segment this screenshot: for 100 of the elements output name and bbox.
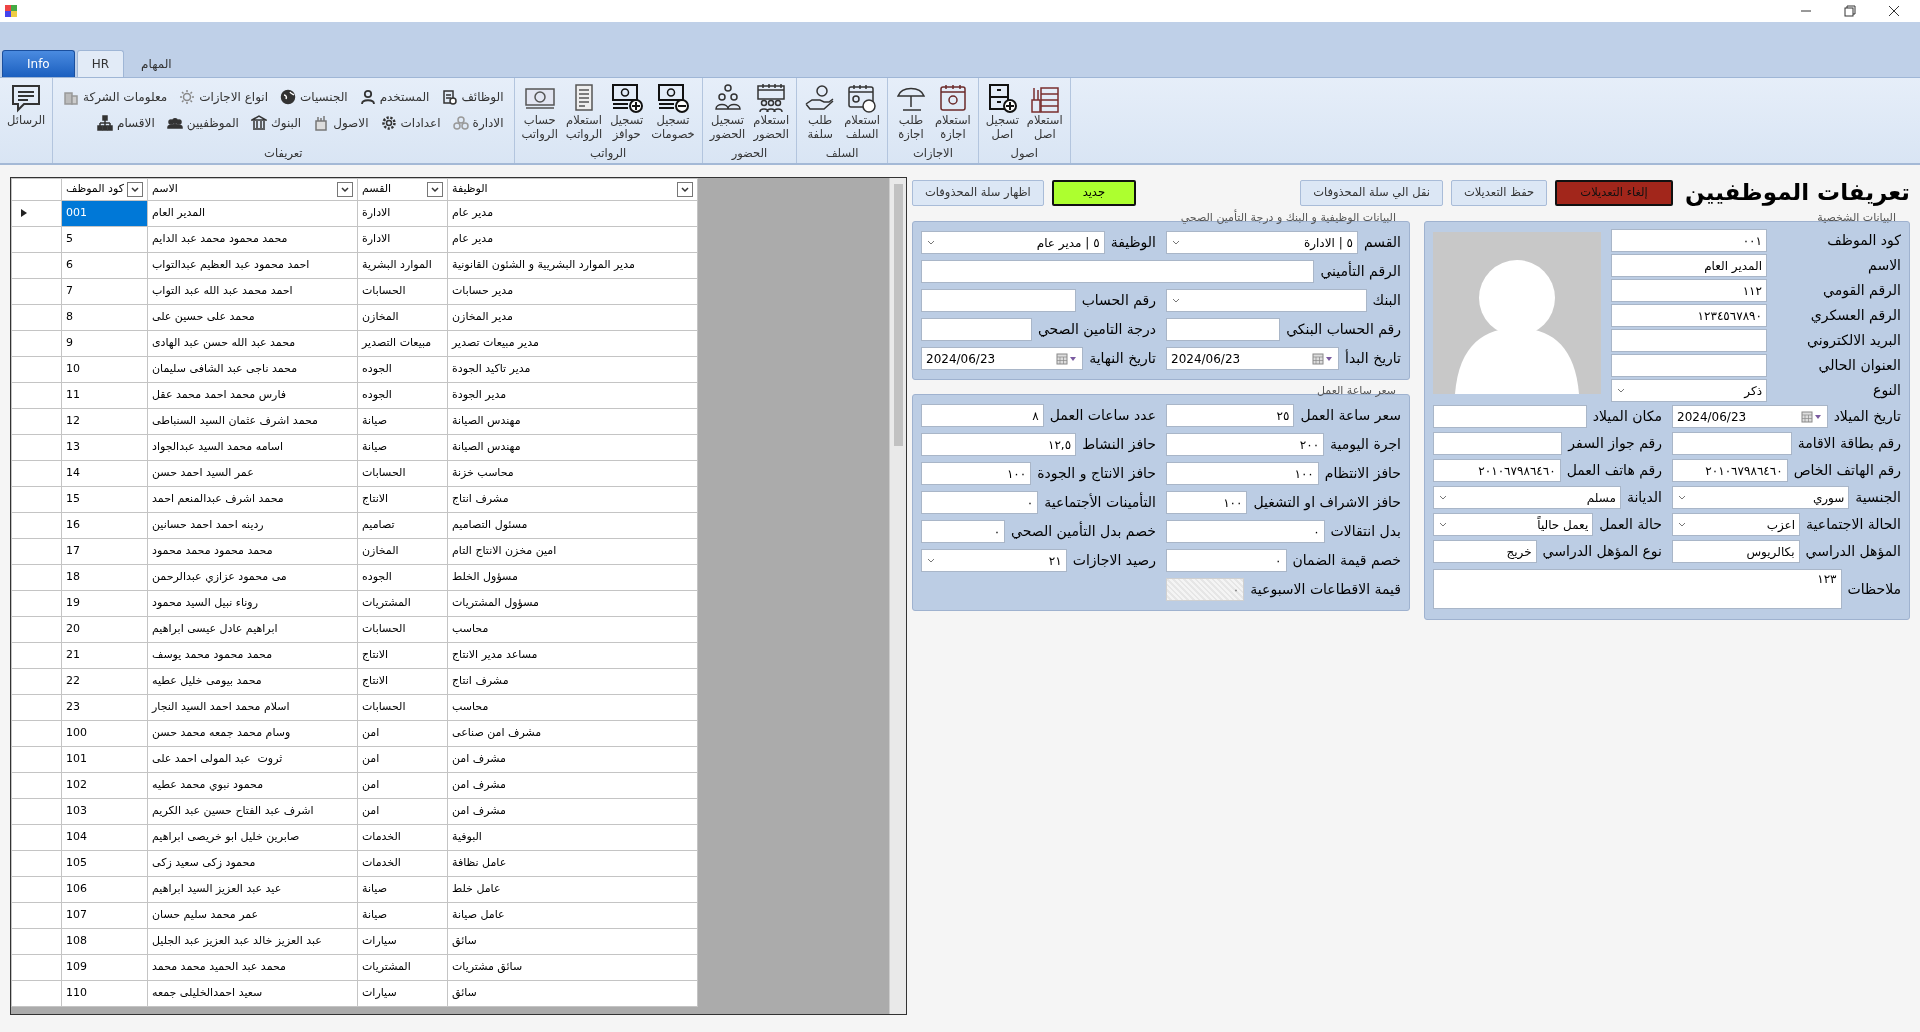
filter-button[interactable] [127, 182, 143, 197]
ribbon-button[interactable]: الرسائل [4, 81, 49, 129]
ribbon-tab[interactable]: المهام [126, 50, 187, 77]
table-cell: 10 [61, 356, 148, 383]
ribbon-button[interactable]: تسجيل حوافز [607, 81, 647, 143]
ribbon-button[interactable]: طلب اجازة [891, 81, 930, 143]
date-picker[interactable]: 2024/06/23 [921, 347, 1084, 370]
text-field[interactable]: ٨ [921, 404, 1044, 427]
action-button[interactable]: نقل الي سلة المحذوفات [1300, 180, 1443, 206]
filter-button[interactable] [677, 182, 693, 197]
text-field[interactable]: ١١٢ [1611, 279, 1767, 302]
table-cell: 12 [61, 408, 148, 435]
text-field[interactable]: بكالريوس [1672, 540, 1800, 563]
ribbon-button[interactable]: استعلام الرواتب [562, 81, 606, 143]
table-cell: 18 [61, 564, 148, 591]
dropdown[interactable]: سوري [1672, 486, 1850, 509]
notes-field[interactable]: ١٢٣ [1433, 569, 1842, 609]
dropdown[interactable] [1166, 289, 1367, 312]
action-button[interactable]: اظهار سلة المحذوفات [912, 180, 1044, 206]
table-cell: محمد عبد الله حسن عبد الهادى [147, 330, 358, 357]
table-cell: 110 [61, 980, 148, 1007]
ribbon-button[interactable]: استعلام اصل [1023, 81, 1066, 143]
field-label: حافز الاشراف او التشغيل [1253, 493, 1401, 513]
ribbon-button[interactable]: انواع الاجازات [177, 88, 270, 106]
text-field[interactable]: ٢٥ [1166, 404, 1295, 427]
dropdown[interactable]: اعزب [1672, 513, 1801, 536]
text-field[interactable]: خريج [1433, 540, 1537, 563]
text-field[interactable]: ٢٠١٠٦٧٩٨٦٤٦٠ [1433, 459, 1561, 482]
date-picker[interactable]: 2024/06/23 [1672, 405, 1828, 428]
ribbon-button[interactable]: استعلام الحضور [750, 81, 793, 143]
field-label: الوظيفة [1110, 233, 1156, 253]
table-cell: 108 [61, 928, 148, 955]
ribbon-button[interactable]: الاقسام [95, 114, 157, 132]
text-field[interactable]: ٠ [921, 491, 1039, 514]
text-field[interactable]: ٠٠١ [1611, 229, 1767, 252]
text-field[interactable]: ٠ [1166, 520, 1325, 543]
text-field[interactable] [1433, 432, 1563, 455]
ribbon-button[interactable]: الادارة [450, 114, 506, 132]
dropdown[interactable]: مسلم [1433, 486, 1621, 509]
ribbon-button[interactable]: الموظفيين [164, 114, 241, 132]
text-field[interactable] [1611, 354, 1767, 377]
text-field[interactable] [1611, 329, 1767, 352]
column-header: الوظيفة [452, 181, 488, 198]
text-field[interactable]: ١٠٠ [1166, 491, 1248, 514]
text-field[interactable]: ٠ [921, 520, 1006, 543]
field-label: عدد ساعات العمل [1049, 406, 1156, 425]
ribbon-tab[interactable]: Info [2, 50, 75, 77]
dropdown[interactable]: ٢١ [921, 549, 1067, 572]
scrollbar[interactable] [889, 178, 906, 1014]
text-field[interactable]: ٢٠٠ [1166, 433, 1325, 456]
field-label: الرقم التأميني [1320, 261, 1401, 282]
text-field[interactable] [1166, 318, 1281, 341]
restore-icon[interactable] [1844, 5, 1856, 17]
ribbon-button[interactable]: استعلام السلف [841, 81, 883, 143]
dropdown[interactable]: ٥ | الادارة [1166, 231, 1358, 254]
table-cell: الحسابات [357, 278, 448, 305]
ribbon-button[interactable]: الاصول [311, 114, 371, 132]
ribbon-button[interactable]: استعلام اجازة [931, 81, 974, 143]
ribbon-button[interactable]: البنوك [248, 114, 304, 132]
table-cell: 103 [61, 798, 148, 825]
dropdown[interactable]: ذكر [1611, 379, 1767, 402]
text-field[interactable] [921, 260, 1315, 283]
ribbon-button[interactable]: الجنسيات [278, 88, 350, 106]
ribbon-button[interactable]: طلب سلفة [801, 81, 840, 143]
ribbon-button[interactable]: تسجيل خصومات [648, 81, 698, 143]
table-cell: مشرف امن [447, 746, 698, 773]
action-button[interactable]: جديد [1051, 180, 1136, 206]
text-field[interactable]: ١٠٠ [921, 462, 1032, 485]
text-field[interactable]: ١٢٣٤٥٦٧٨٩٠ [1611, 304, 1767, 327]
field-label: كود الموظف [1826, 231, 1901, 251]
text-field[interactable]: ١٢,٥ [921, 433, 1077, 456]
ribbon-button[interactable]: معلومات الشركة [61, 88, 170, 106]
ribbon-button[interactable]: تسجيل الحضور [706, 81, 749, 143]
text-field[interactable]: ٢٠١٠٦٧٩٨٦٤٦٠ [1672, 459, 1788, 482]
filter-button[interactable] [427, 182, 443, 197]
field-label: رقم بطاقة الاقامة [1797, 434, 1901, 454]
text-field[interactable] [921, 289, 1076, 312]
text-field[interactable] [1433, 405, 1587, 428]
ribbon-tab[interactable]: HR [76, 50, 125, 77]
ribbon-button[interactable]: اعدادات [378, 114, 443, 132]
dropdown[interactable]: يعمل حالياً [1433, 513, 1594, 536]
scrollbar-thumb[interactable] [893, 184, 903, 446]
ribbon-button[interactable]: حساب الرواتب [518, 81, 561, 143]
table-cell: الادارة [357, 226, 448, 253]
close-icon[interactable] [1888, 5, 1900, 17]
table-cell: محمد محمود محمد عبد الدايم [147, 226, 358, 253]
text-field[interactable]: ١٠٠ [1166, 462, 1319, 485]
ribbon-button[interactable]: الوظائف [439, 88, 506, 106]
text-field[interactable] [1672, 432, 1792, 455]
date-picker[interactable]: 2024/06/23 [1166, 347, 1340, 370]
text-field[interactable] [921, 318, 1032, 341]
table-cell: الخدمات [357, 824, 448, 851]
ribbon-button[interactable]: المستخدم [357, 88, 432, 106]
dropdown[interactable]: ٥ | مدير عام [921, 231, 1105, 254]
ribbon-button[interactable]: تسجيل اصل [982, 81, 1022, 143]
text-field[interactable]: ٠ [1166, 549, 1287, 572]
table-cell: الادارة [357, 200, 448, 227]
text-field[interactable]: المدير العام [1611, 254, 1767, 277]
filter-button[interactable] [337, 182, 353, 197]
action-button[interactable]: حفظ التعديلات [1450, 180, 1548, 206]
